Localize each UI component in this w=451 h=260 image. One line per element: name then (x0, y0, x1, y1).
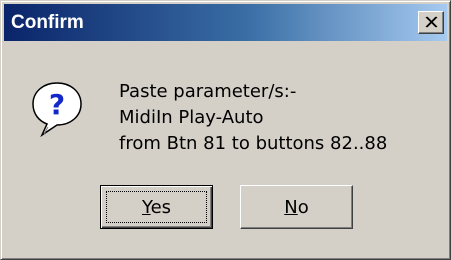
svg-text:?: ? (49, 88, 65, 121)
dialog-title: Confirm (11, 12, 84, 33)
yes-button-label: Yes (142, 197, 171, 218)
yes-label-rest: es (150, 196, 172, 218)
message-text: Paste parameter/s:- MidiIn Play-Auto fro… (119, 79, 387, 157)
message-line: from Btn 81 to buttons 82..88 (119, 133, 388, 154)
confirm-dialog: Confirm ? Paste parameter/s:- MidiIn Pla… (0, 0, 451, 260)
title-bar[interactable]: Confirm (4, 4, 447, 41)
yes-mnemonic: Y (141, 196, 151, 218)
no-button[interactable]: No (240, 185, 353, 229)
no-mnemonic: N (284, 196, 298, 218)
no-button-label: No (284, 197, 308, 218)
yes-button[interactable]: Yes (100, 185, 213, 229)
close-button[interactable] (418, 11, 444, 34)
message-line: MidiIn Play-Auto (119, 107, 264, 128)
close-icon (425, 16, 438, 28)
message-line: Paste parameter/s:- (119, 81, 297, 102)
question-icon: ? (32, 82, 82, 138)
no-label-rest: o (297, 196, 309, 218)
